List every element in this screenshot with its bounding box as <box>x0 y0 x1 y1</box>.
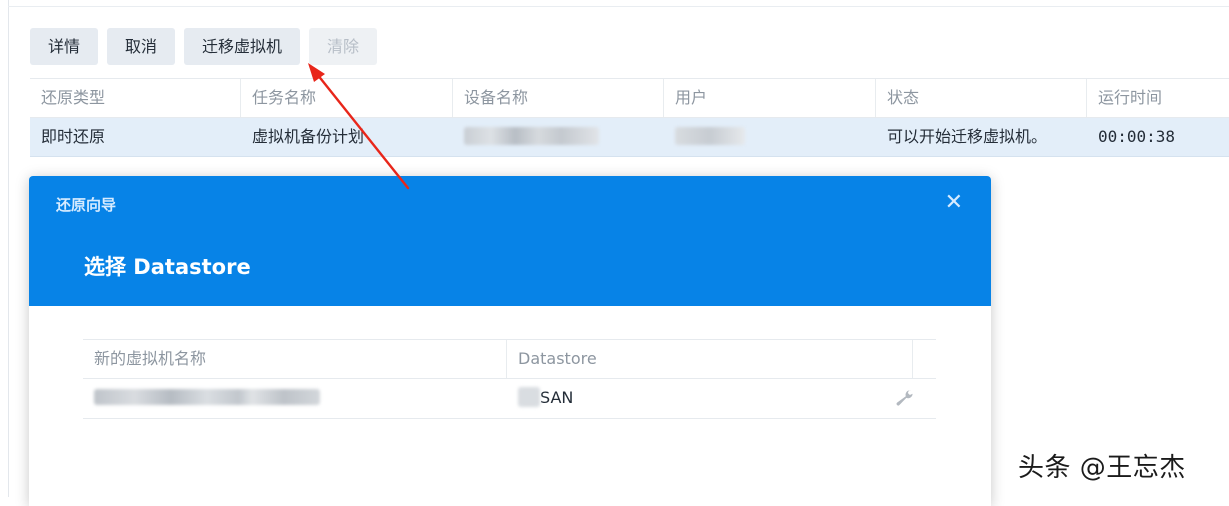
cell-datastore[interactable]: SAN <box>507 379 913 418</box>
datastore-table: 新的虚拟机名称 Datastore SAN <box>83 339 936 419</box>
cell-new-vm-name[interactable] <box>83 379 507 418</box>
wrench-icon[interactable] <box>894 389 913 407</box>
header-status[interactable]: 状态 <box>876 79 1087 117</box>
table-row[interactable]: SAN <box>83 379 936 419</box>
header-device-name[interactable]: 设备名称 <box>453 79 664 117</box>
header-new-vm-name[interactable]: 新的虚拟机名称 <box>83 340 507 378</box>
cell-task-name: 虚拟机备份计划 <box>252 127 365 146</box>
task-table-header: 还原类型 任务名称 设备名称 用户 状态 运行时间 <box>30 78 1229 118</box>
redacted-device-name <box>464 126 599 145</box>
close-icon[interactable]: ✕ <box>945 192 963 214</box>
migrate-vm-button[interactable]: 迁移虚拟机 <box>184 28 301 65</box>
datastore-table-header: 新的虚拟机名称 Datastore <box>83 339 936 379</box>
page-left-border <box>8 0 9 497</box>
redacted-datastore-prefix <box>518 387 540 407</box>
header-extra <box>913 340 936 378</box>
redacted-user <box>675 126 745 145</box>
cell-status: 可以开始迁移虚拟机。 <box>887 127 1048 146</box>
datastore-value: SAN <box>540 388 574 407</box>
cell-device-name <box>453 118 664 156</box>
task-table: 还原类型 任务名称 设备名称 用户 状态 运行时间 即时还原 虚拟机备份计划 可… <box>30 78 1229 157</box>
header-user[interactable]: 用户 <box>664 79 876 117</box>
toolbar: 详情 取消 迁移虚拟机 清除 <box>30 28 378 65</box>
cell-extra <box>913 379 936 418</box>
table-row[interactable]: 即时还原 虚拟机备份计划 可以开始迁移虚拟机。 00:00:38 <box>30 118 1229 157</box>
dialog-title: 还原向导 <box>56 196 117 214</box>
clear-button: 清除 <box>309 28 378 65</box>
header-datastore[interactable]: Datastore <box>507 340 913 378</box>
dialog-header: 还原向导 ✕ 选择 Datastore <box>29 176 991 306</box>
page-top-border <box>8 6 1229 7</box>
header-restore-type[interactable]: 还原类型 <box>30 79 241 117</box>
redacted-vm-name <box>94 389 320 405</box>
details-button[interactable]: 详情 <box>30 28 99 65</box>
cancel-button[interactable]: 取消 <box>107 28 176 65</box>
watermark: 头条 @王忘杰 <box>1018 453 1186 483</box>
restore-wizard-dialog: 还原向导 ✕ 选择 Datastore 新的虚拟机名称 Datastore SA… <box>29 176 991 506</box>
dialog-step-title: 选择 Datastore <box>84 255 251 279</box>
header-task-name[interactable]: 任务名称 <box>241 79 453 117</box>
cell-restore-type: 即时还原 <box>41 127 106 146</box>
cell-user <box>664 118 876 156</box>
cell-run-time: 00:00:38 <box>1098 127 1176 146</box>
header-run-time[interactable]: 运行时间 <box>1087 79 1229 117</box>
